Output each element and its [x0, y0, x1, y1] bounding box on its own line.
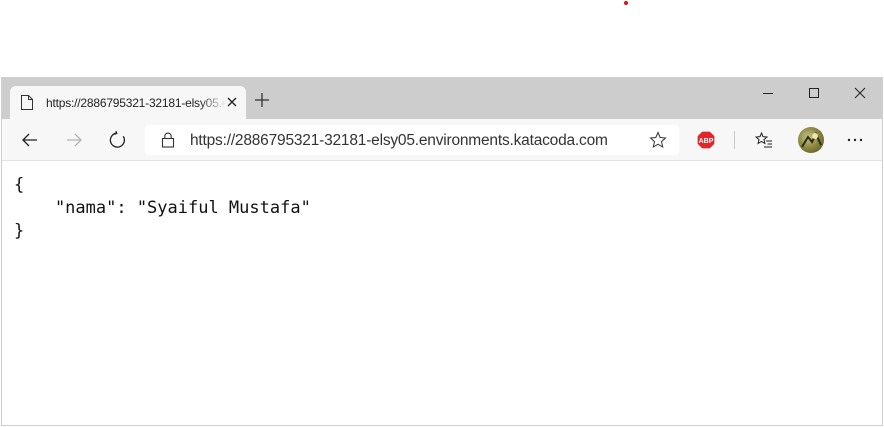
window-close-icon: [854, 87, 866, 99]
close-icon[interactable]: [224, 94, 240, 110]
address-bar[interactable]: https://2886795321-32181-elsy05.environm…: [145, 125, 679, 155]
favorites-icon: [755, 131, 772, 148]
adblock-plus-icon[interactable]: ABP: [696, 130, 716, 150]
maximize-button[interactable]: [791, 78, 837, 108]
tab-active[interactable]: https://2886795321-32181-elsy05.environm…: [10, 86, 246, 119]
json-entry: "nama": "Syaiful Mustafa": [14, 198, 311, 218]
more-icon: [847, 138, 863, 142]
forward-arrow-icon: [67, 133, 82, 147]
page-icon: [21, 95, 33, 110]
refresh-icon: [109, 131, 126, 148]
back-button[interactable]: [18, 128, 42, 152]
forward-button[interactable]: [62, 128, 86, 152]
window-close-button[interactable]: [837, 78, 883, 108]
tab-strip: https://2886795321-32181-elsy05.environm…: [2, 78, 882, 119]
back-arrow-icon: [22, 133, 37, 147]
red-dot: [624, 1, 628, 5]
tab-title: https://2886795321-32181-elsy05.environm…: [46, 96, 226, 110]
json-close-brace: }: [14, 221, 25, 241]
lock-icon: [161, 132, 175, 148]
page-content: { "nama": "Syaiful Mustafa"}: [2, 161, 882, 425]
abp-label: ABP: [699, 138, 714, 145]
minimize-icon: [763, 93, 773, 94]
avatar[interactable]: [798, 127, 824, 153]
json-viewer: { "nama": "Syaiful Mustafa"}: [14, 174, 311, 243]
more-button[interactable]: [843, 128, 867, 152]
toolbar-separator: [734, 131, 735, 149]
browser-window: https://2886795321-32181-elsy05.environm…: [1, 77, 883, 426]
plus-icon[interactable]: [253, 91, 271, 109]
refresh-button[interactable]: [106, 128, 130, 152]
json-open-brace: {: [14, 175, 25, 195]
maximize-icon: [809, 88, 819, 98]
star-icon[interactable]: [649, 131, 667, 149]
url-text[interactable]: https://2886795321-32181-elsy05.environm…: [190, 132, 608, 150]
favorites-button[interactable]: [752, 128, 776, 152]
toolbar: https://2886795321-32181-elsy05.environm…: [2, 119, 882, 161]
avatar-image: [801, 131, 822, 148]
minimize-button[interactable]: [745, 78, 791, 108]
